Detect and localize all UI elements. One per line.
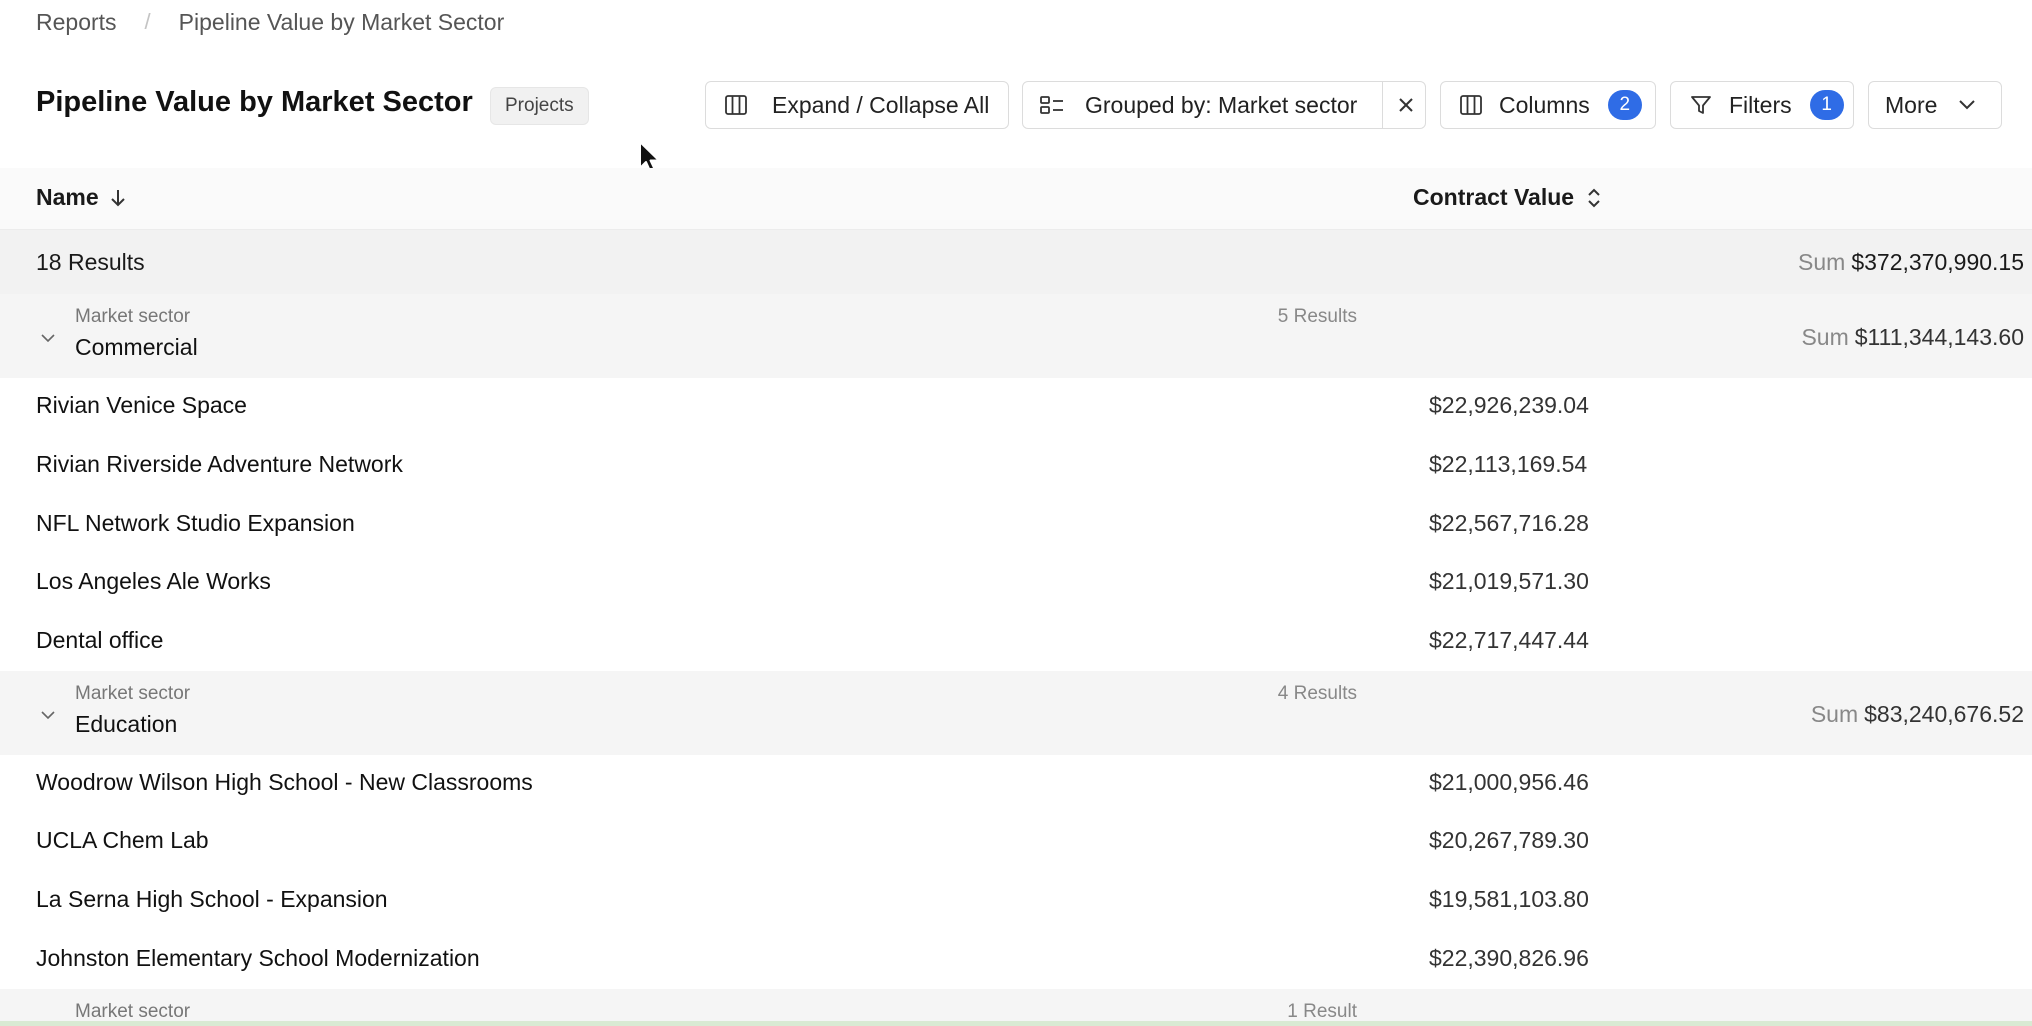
page-header: Pipeline Value by Market Sector Projects… [0,80,2032,132]
expand-collapse-label: Expand / Collapse All [772,91,990,118]
table-row[interactable]: Los Angeles Ale Works $21,019,571.30 [0,553,2032,612]
group-label: Market sector [75,683,191,704]
columns-label: Columns [1499,91,1590,118]
chevron-down-icon [1959,100,1976,110]
group-icon [1040,96,1063,114]
sum-value: $372,370,990.15 [1851,249,2024,275]
group-count: 5 Results [1277,306,1357,327]
filters-label: Filters [1729,91,1792,118]
table-row[interactable]: Dental office $22,717,447.44 [0,612,2032,671]
chevron-down-icon[interactable] [38,709,58,723]
report-page: Reports / Pipeline Value by Market Secto… [0,0,2032,1026]
table-row[interactable]: Woodrow Wilson High School - New Classro… [0,754,2032,813]
page-title: Pipeline Value by Market Sector [36,86,473,118]
object-type-tag: Projects [490,87,589,125]
columns-count-badge: 2 [1607,90,1642,120]
row-name[interactable]: La Serna High School - Expansion [36,886,388,913]
columns-icon [1460,95,1482,115]
sum-value: $83,240,676.52 [1864,701,2024,727]
row-contract-value: $21,019,571.30 [1429,568,1589,594]
row-name[interactable]: Rivian Riverside Adventure Network [36,451,403,478]
column-header-name[interactable]: Name [36,184,127,211]
group-sum: Sum $83,240,676.52 [1811,701,2024,728]
sum-label: Sum [1798,249,1846,275]
breadcrumb-current: Pipeline Value by Market Sector [178,8,505,35]
table-row[interactable]: UCLA Chem Lab $20,267,789.30 [0,812,2032,871]
filters-count-badge: 1 [1809,90,1844,120]
row-name[interactable]: UCLA Chem Lab [36,827,209,854]
column-header-contract-value[interactable]: Contract Value [1413,184,1602,211]
grouped-by-button[interactable]: Grouped by: Market sector [1022,81,1426,129]
columns-button[interactable]: Columns 2 [1440,81,1656,129]
table-row[interactable]: Rivian Riverside Adventure Network $22,1… [0,436,2032,495]
more-button[interactable]: More [1868,81,2002,129]
group-sum: Sum $111,344,143.60 [1801,324,2024,351]
row-name[interactable]: NFL Network Studio Expansion [36,510,355,537]
group-label: Market sector [75,306,191,327]
filters-button[interactable]: Filters 1 [1670,81,1854,129]
row-contract-value: $22,390,826.96 [1429,945,1589,971]
table-row[interactable]: La Serna High School - Expansion $19,581… [0,871,2032,930]
sum-label: Sum [1810,701,1859,727]
group-row-commercial[interactable]: Market sector Commercial 5 Results Sum $1… [0,294,2032,378]
arrow-down-icon [110,189,125,206]
row-contract-value: $22,567,716.28 [1429,510,1589,536]
column-header-contract-value-label: Contract Value [1413,184,1575,210]
row-contract-value: $20,267,789.30 [1429,827,1589,853]
row-contract-value: $21,000,956.46 [1429,769,1589,795]
table-row[interactable]: NFL Network Studio Expansion $22,567,716… [0,495,2032,554]
group-count: 1 Result [1287,1001,1357,1022]
column-header-name-label: Name [36,184,99,210]
expand-collapse-button[interactable]: Expand / Collapse All [705,81,1009,129]
breadcrumb-reports-link[interactable]: Reports [36,9,117,36]
more-label: More [1885,91,1938,118]
grouped-by-label: Grouped by: Market sector [1085,91,1358,118]
sort-icon [1588,188,1600,207]
sum-label: Sum [1801,324,1849,350]
breadcrumb-separator: / [144,9,151,34]
group-count: 4 Results [1277,683,1357,704]
row-name[interactable]: Los Angeles Ale Works [36,568,271,595]
row-contract-value: $22,926,239.04 [1429,392,1589,418]
total-sum: Sum $372,370,990.15 [1798,249,2024,276]
group-name: Commercial [75,334,198,360]
chevron-down-icon[interactable] [38,332,58,346]
results-summary-row: 18 Results Sum $372,370,990.15 [0,230,2032,294]
bottom-divider [0,1021,2032,1026]
group-name: Education [75,711,178,737]
table-header: Name Contract Value [0,168,2032,230]
group-row-education[interactable]: Market sector Education 4 Results Sum $83… [0,671,2032,755]
row-name[interactable]: Rivian Venice Space [36,392,247,419]
close-icon[interactable] [1396,95,1416,115]
row-name[interactable]: Woodrow Wilson High School - New Classro… [36,769,533,796]
row-contract-value: $19,581,103.80 [1429,886,1589,912]
filter-icon [1691,96,1711,114]
table-row[interactable]: Rivian Venice Space $22,926,239.04 [0,377,2032,436]
breadcrumb: Reports / Pipeline Value by Market Secto… [36,6,504,38]
sum-value: $111,344,143.60 [1854,324,2024,350]
row-name[interactable]: Dental office [36,627,163,654]
button-divider [1382,82,1383,128]
table-row[interactable]: Johnston Elementary School Modernization… [0,930,2032,989]
group-label: Market sector [75,1001,191,1022]
row-name[interactable]: Johnston Elementary School Modernization [36,945,480,972]
results-count: 18 Results [36,249,145,275]
row-contract-value: $22,113,169.54 [1429,451,1588,477]
columns-icon [725,95,747,115]
row-contract-value: $22,717,447.44 [1429,627,1589,653]
